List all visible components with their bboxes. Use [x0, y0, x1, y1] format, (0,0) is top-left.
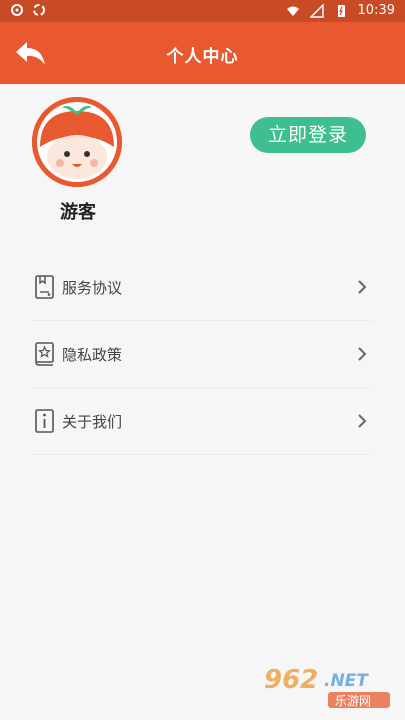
username: 游客 — [60, 202, 96, 223]
battery-icon — [337, 4, 345, 17]
menu-item-about-us[interactable]: 关于我们 — [32, 388, 372, 455]
sync-icon — [33, 4, 45, 16]
notification-icon — [11, 4, 23, 16]
menu-item-service-agreement[interactable]: 服务协议 — [32, 254, 372, 321]
chevron-right-icon — [358, 347, 367, 361]
document-icon — [35, 275, 54, 299]
book-star-icon — [35, 342, 54, 366]
mascot-avatar-icon — [32, 97, 122, 187]
login-button[interactable]: 立即登录 — [250, 117, 366, 153]
info-icon — [35, 409, 54, 433]
chevron-right-icon — [358, 414, 367, 428]
svg-text:.NET: .NET — [324, 671, 369, 691]
status-time: 10:39 — [357, 3, 395, 18]
status-bar: 10:39 — [0, 0, 405, 22]
avatar[interactable] — [32, 97, 122, 187]
menu-item-privacy-policy[interactable]: 隐私政策 — [32, 321, 372, 388]
menu-item-label: 服务协议 — [62, 278, 123, 297]
chevron-right-icon — [358, 280, 367, 294]
menu-item-label: 隐私政策 — [62, 345, 123, 364]
site-watermark-logo: 962 .NET 乐游网 — [264, 665, 390, 708]
signal-icon — [309, 3, 324, 18]
wifi-icon — [286, 6, 299, 16]
page-title: 个人中心 — [166, 47, 239, 67]
title-bar: 个人中心 — [0, 22, 405, 84]
settings-menu: 服务协议 隐私政策 关于我们 — [32, 254, 372, 455]
menu-item-label: 关于我们 — [62, 412, 123, 431]
svg-text:乐游网: 乐游网 — [335, 694, 371, 708]
svg-text:962: 962 — [264, 665, 318, 695]
